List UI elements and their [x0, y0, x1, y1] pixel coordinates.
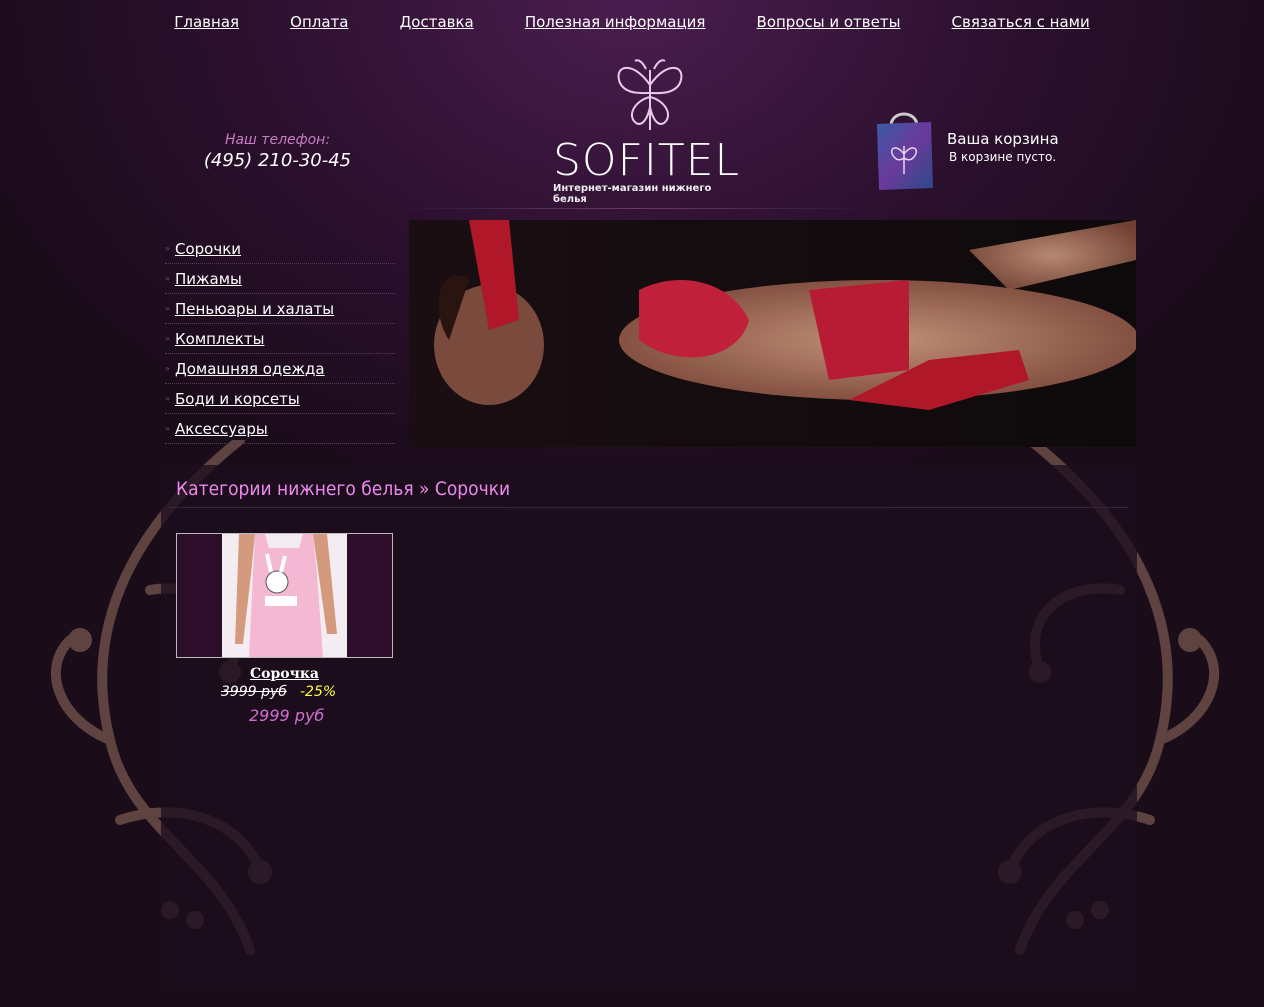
nav-link-payment[interactable]: Оплата	[290, 13, 348, 31]
sidebar-link[interactable]: Сорочки	[175, 240, 241, 258]
nav-link-contact[interactable]: Связаться с нами	[952, 13, 1090, 31]
bullet-icon: »	[165, 244, 170, 253]
product-old-price: 3999 руб	[221, 684, 287, 700]
category-menu: » Сорочки » Пижамы » Пеньюары и халаты » Ком…	[165, 234, 395, 444]
product-price: 2999 руб	[249, 706, 325, 725]
sidebar-link[interactable]: Комплекты	[175, 330, 264, 348]
sidebar-item-sets: » Комплекты	[165, 324, 395, 354]
sidebar-link[interactable]: Домашняя одежда	[175, 360, 325, 378]
sidebar-item-bodies: » Боди и корсеты	[165, 384, 395, 414]
header-divider	[400, 208, 870, 209]
cart-status: В корзине пусто.	[949, 150, 1057, 164]
product-image[interactable]	[176, 533, 393, 658]
main-content: Категории нижнего белья » Сорочки Сорочк…	[161, 465, 1137, 990]
bullet-icon: »	[165, 424, 170, 433]
sidebar-item-homewear: » Домашняя одежда	[165, 354, 395, 384]
shopping-bag-icon	[877, 112, 933, 190]
product-card: Сорочка 3999 руб -25% 2999 руб	[176, 533, 393, 725]
logo-text: SOFITEL	[553, 135, 741, 186]
bullet-icon: »	[165, 394, 170, 403]
nav-link-delivery[interactable]: Доставка	[400, 13, 474, 31]
bullet-icon: »	[165, 364, 170, 373]
product-name-link[interactable]: Сорочка	[176, 666, 393, 682]
phone-label: Наш телефон:	[224, 132, 331, 148]
butterfly-logo-icon	[617, 59, 683, 130]
phone-number: (495) 210-30-45	[203, 150, 352, 171]
phone-block: Наш телефон: (495) 210-30-45	[200, 132, 355, 171]
site-logo[interactable]: SOFITEL Интернет-магазин нижнего белья	[553, 55, 748, 205]
page-title: Категории нижнего белья » Сорочки	[176, 478, 511, 500]
hero-banner-image	[409, 220, 1136, 447]
sidebar-item-pajamas: » Пижамы	[165, 264, 395, 294]
cart-title: Ваша корзина	[947, 130, 1059, 148]
sidebar-item-nightgowns: » Сорочки	[165, 234, 395, 264]
sidebar-item-accessories: » Аксессуары	[165, 414, 395, 444]
sidebar-link[interactable]: Аксессуары	[175, 420, 268, 438]
logo-subtitle: Интернет-магазин нижнего белья	[553, 183, 712, 205]
nav-link-faq[interactable]: Вопросы и ответы	[757, 13, 901, 31]
nav-link-info[interactable]: Полезная информация	[525, 13, 706, 31]
product-discount: -25%	[300, 684, 337, 700]
bullet-icon: »	[165, 334, 170, 343]
bullet-icon: »	[165, 274, 170, 283]
sidebar-link[interactable]: Пижамы	[175, 270, 242, 288]
title-divider	[169, 507, 1129, 508]
sidebar-link[interactable]: Боди и корсеты	[175, 390, 300, 408]
bullet-icon: »	[165, 304, 170, 313]
sidebar-item-robes: » Пеньюары и халаты	[165, 294, 395, 324]
nav-link-home[interactable]: Главная	[174, 13, 239, 31]
top-navigation: Главная Оплата Доставка Полезная информа…	[0, 12, 1264, 31]
sidebar-link[interactable]: Пеньюары и халаты	[175, 300, 334, 318]
